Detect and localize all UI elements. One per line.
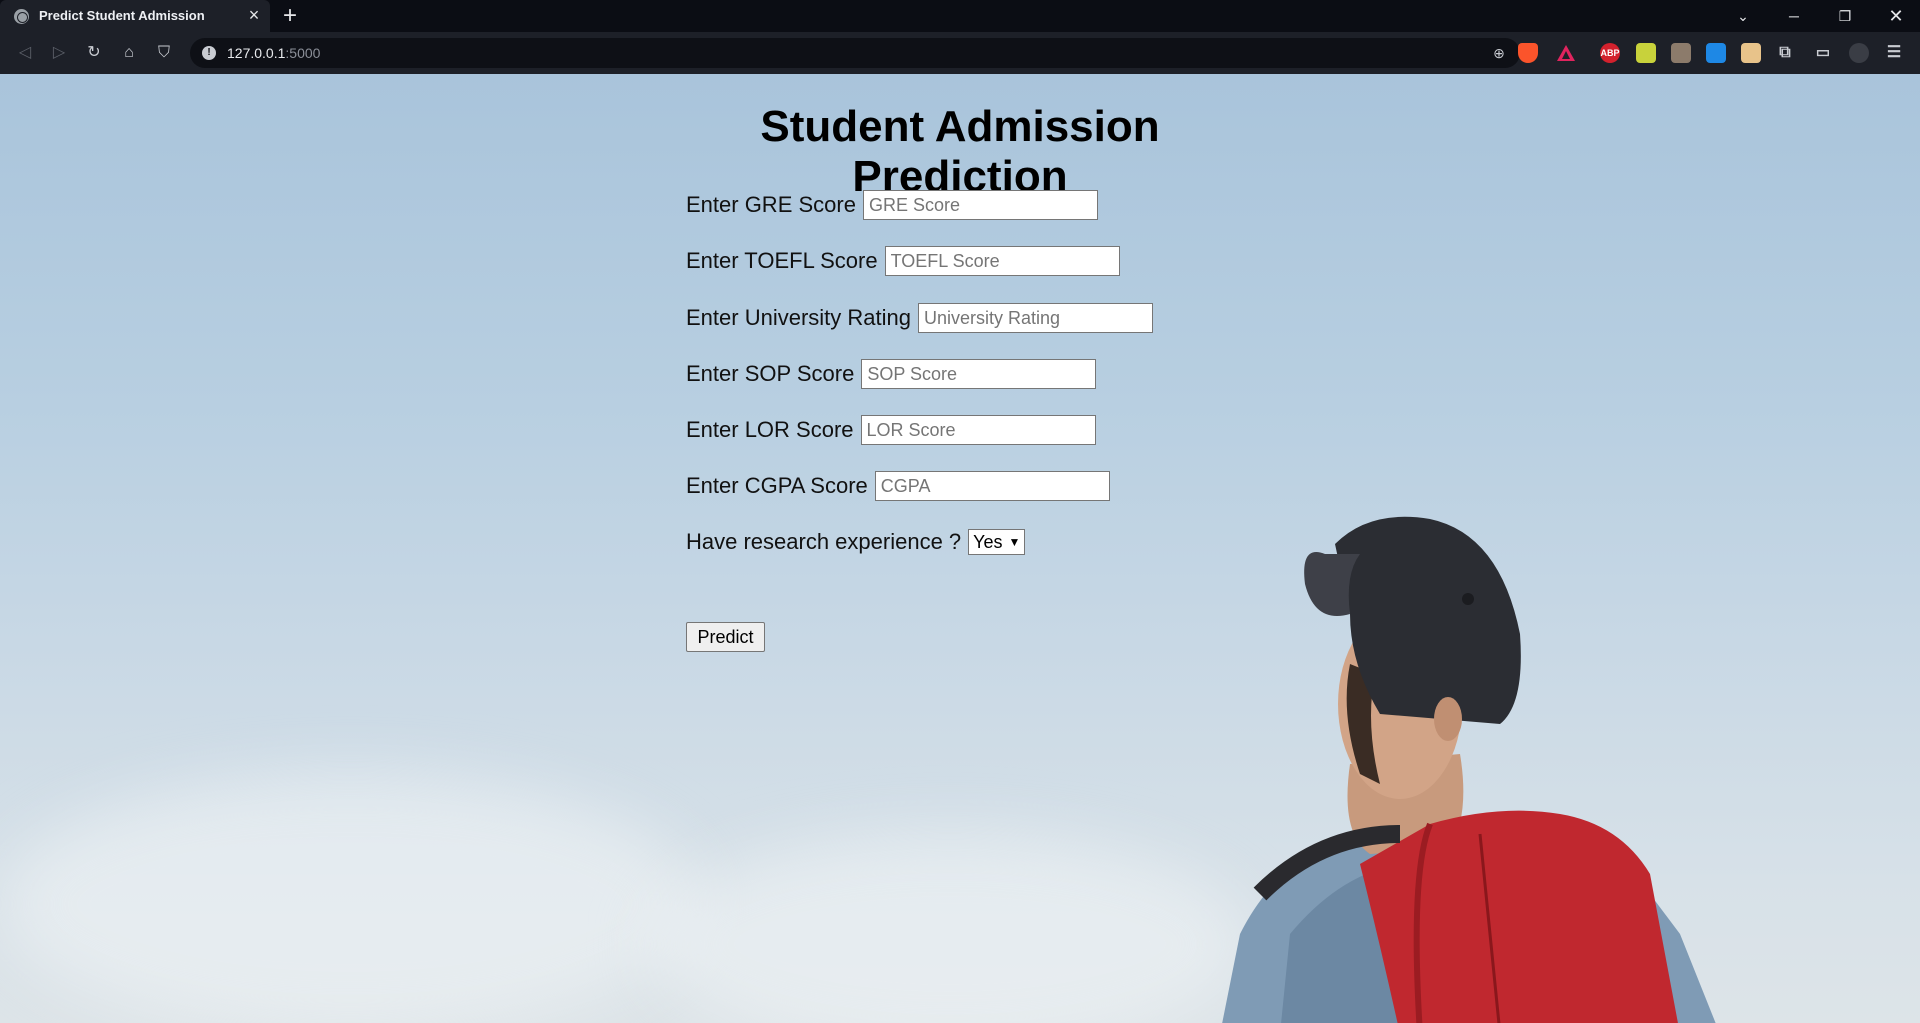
research-label: Have research experience ? (686, 529, 962, 554)
chevron-down-icon: ▼ (1008, 535, 1021, 549)
predict-button[interactable]: Predict (686, 622, 765, 652)
profile-avatar[interactable] (1849, 43, 1869, 63)
sop-row: Enter SOP Score (686, 359, 1097, 389)
toefl-label: Enter TOEFL Score (686, 248, 878, 273)
menu-icon[interactable]: ☰ (1884, 43, 1904, 63)
diamond-extension-icon[interactable] (1706, 43, 1726, 63)
lor-row: Enter LOR Score (686, 415, 1096, 445)
tab-title: Predict Student Admission (39, 8, 205, 23)
forward-icon[interactable]: ▷ (48, 42, 70, 64)
url-text[interactable]: 127.0.0.1:5000 (227, 45, 320, 61)
toefl-row: Enter TOEFL Score (686, 246, 1120, 276)
home-icon[interactable]: ⌂ (118, 42, 140, 64)
address-bar[interactable]: ! 127.0.0.1:5000 ⊕ (190, 38, 1520, 68)
minimize-button[interactable]: ─ (1771, 0, 1817, 32)
lor-label: Enter LOR Score (686, 417, 854, 442)
cgpa-label: Enter CGPA Score (686, 473, 868, 498)
research-selected-value: Yes (973, 531, 1003, 552)
extensions-puzzle-icon[interactable]: ⧉ (1775, 43, 1795, 63)
sop-label: Enter SOP Score (686, 361, 855, 386)
gre-label: Enter GRE Score (686, 192, 856, 217)
brave-shields-icon[interactable] (1518, 43, 1538, 63)
background-cloud (0, 774, 700, 1023)
screenshot-extension-icon[interactable] (1636, 43, 1656, 63)
page-viewport: Student Admission Prediction Enter GRE S… (0, 74, 1920, 1023)
background-cloud (650, 834, 1250, 1023)
notes-extension-icon[interactable] (1741, 43, 1761, 63)
wallet-icon[interactable]: ▭ (1813, 43, 1833, 63)
cgpa-input[interactable] (874, 471, 1110, 501)
brave-rewards-icon[interactable] (1556, 43, 1576, 63)
tab-strip: Predict Student Admission × + ⌄ ─ ❐ ✕ (0, 0, 1920, 32)
toefl-score-input[interactable] (884, 246, 1120, 276)
sop-score-input[interactable] (861, 359, 1097, 389)
bookmark-icon[interactable]: ⛉ (153, 42, 175, 64)
zoom-icon[interactable]: ⊕ (1490, 44, 1508, 62)
background-person-photo (1222, 516, 1716, 1023)
university-row: Enter University Rating (686, 303, 1153, 333)
abp-icon[interactable]: ABP (1600, 43, 1620, 63)
university-rating-input[interactable] (917, 303, 1153, 333)
face-extension-icon[interactable] (1671, 43, 1691, 63)
page-title: Student Admission Prediction (760, 102, 1160, 201)
research-row: Have research experience ? Yes ▼ (686, 529, 1026, 555)
gre-row: Enter GRE Score (686, 190, 1098, 220)
tab-search-chevron-down-icon[interactable]: ⌄ (1720, 0, 1766, 32)
browser-toolbar: ◁ ▷ ↻ ⌂ ⛉ ! 127.0.0.1:5000 ⊕ ABP ⧉ ▭ ☰ (0, 32, 1920, 74)
gre-score-input[interactable] (862, 190, 1098, 220)
reload-icon[interactable]: ↻ (83, 42, 105, 64)
back-icon[interactable]: ◁ (14, 42, 36, 64)
university-rating-label: Enter University Rating (686, 305, 911, 330)
cgpa-row: Enter CGPA Score (686, 471, 1110, 501)
globe-icon (14, 9, 29, 24)
tab-predict-student-admission[interactable]: Predict Student Admission × (0, 0, 270, 32)
new-tab-button[interactable]: + (278, 4, 302, 28)
close-window-button[interactable]: ✕ (1873, 0, 1919, 32)
lor-score-input[interactable] (860, 415, 1096, 445)
research-select[interactable]: Yes ▼ (968, 529, 1026, 555)
site-info-icon[interactable]: ! (202, 46, 216, 60)
restore-button[interactable]: ❐ (1822, 0, 1868, 32)
close-tab-icon[interactable]: × (244, 5, 264, 25)
